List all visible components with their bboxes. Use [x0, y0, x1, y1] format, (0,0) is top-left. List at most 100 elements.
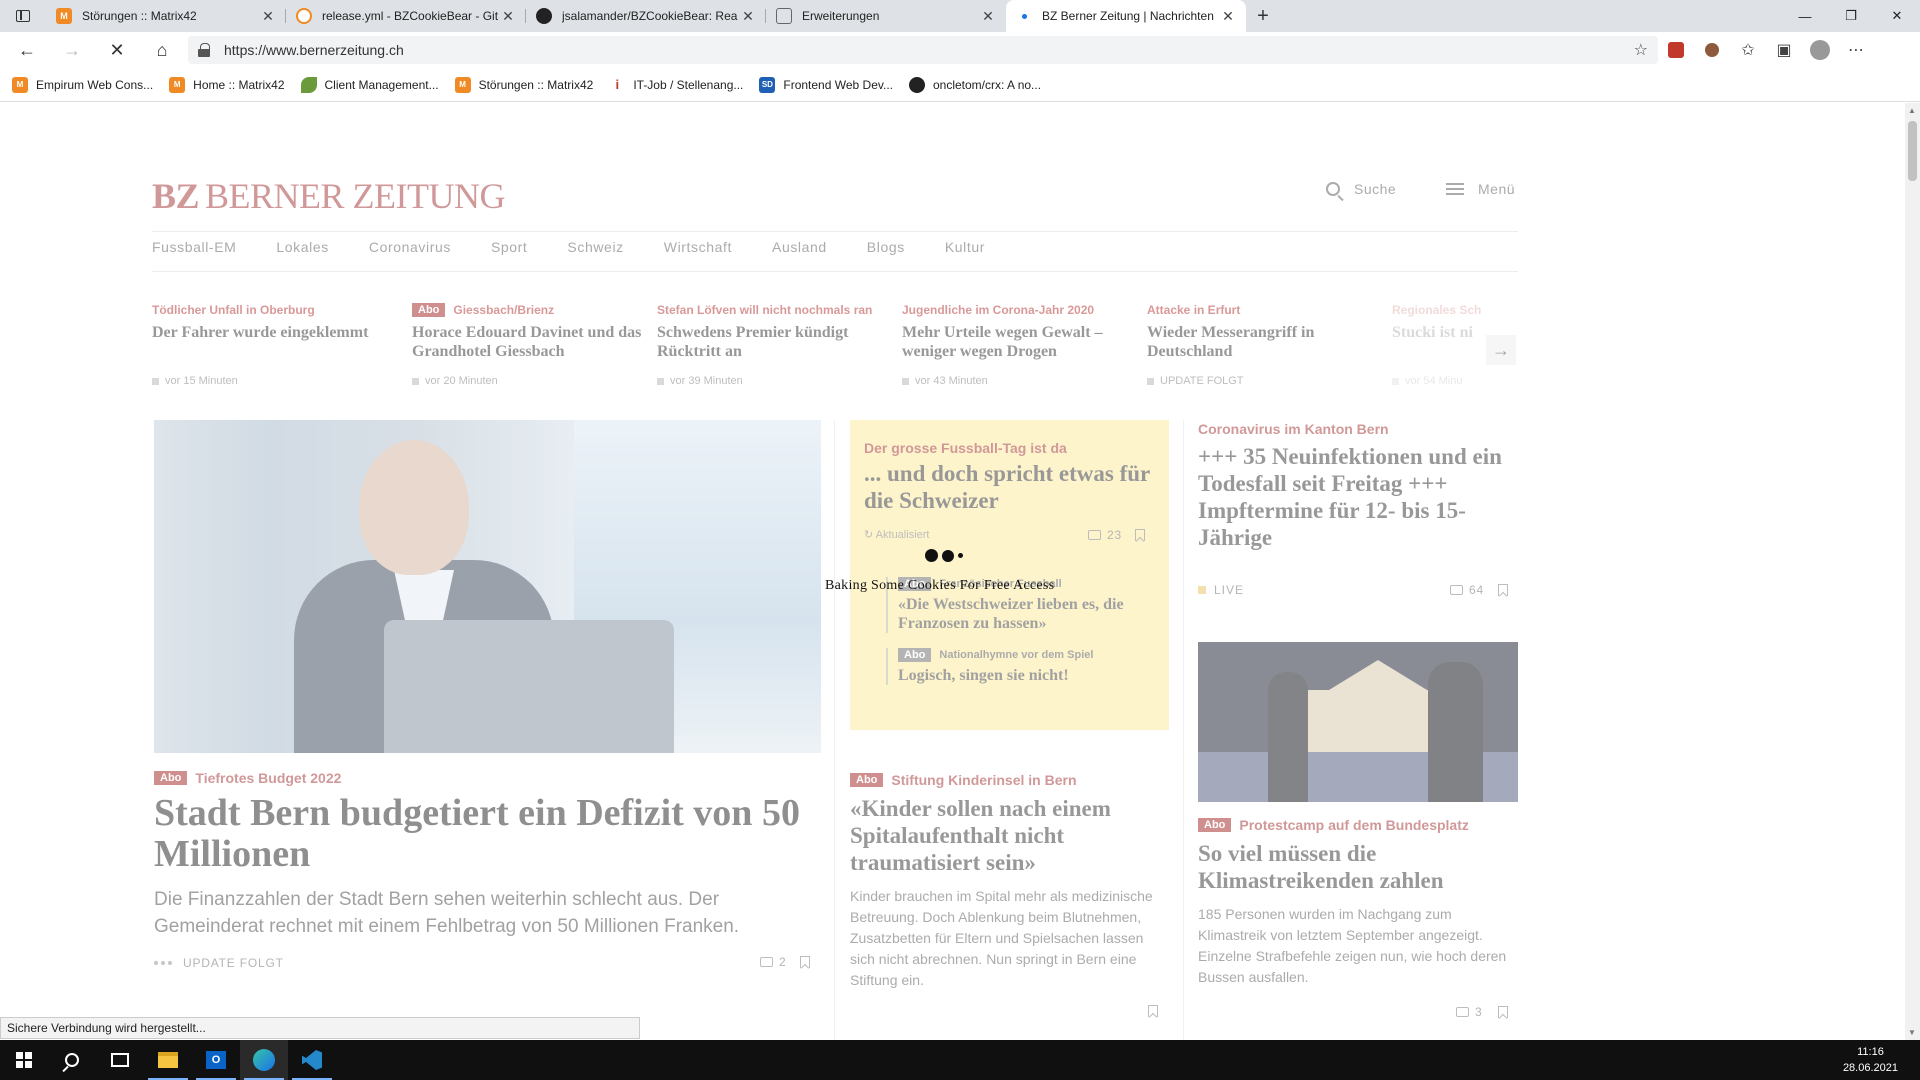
lead-comments[interactable]: 2	[760, 955, 786, 969]
taskbar-edge[interactable]	[240, 1040, 288, 1080]
matrix42-icon: M	[56, 8, 72, 24]
hamburger-icon	[1446, 183, 1464, 195]
ticker-item[interactable]: Stefan Löfven will nicht nochmals ran Sc…	[657, 303, 902, 387]
nav-fussball-em[interactable]: Fussball-EM	[152, 239, 236, 255]
lead-title[interactable]: Stadt Bern budgetiert ein Defizit von 50…	[154, 793, 804, 875]
tab-release-yml[interactable]: release.yml - BZCookieBear - Git ✕	[286, 0, 526, 32]
lead-image[interactable]	[154, 420, 821, 753]
taskbar-search-button[interactable]	[48, 1040, 96, 1080]
comment-icon	[760, 957, 773, 967]
focus-box[interactable]: Der grosse Fussball-Tag ist da ... und d…	[850, 420, 1169, 730]
ticker-item[interactable]: Jugendliche im Corona-Jahr 2020 Mehr Urt…	[902, 303, 1147, 387]
minimize-button[interactable]: —	[1782, 0, 1828, 32]
logo-name: BERNER ZEITUNG	[205, 176, 505, 216]
tab-extensions[interactable]: Erweiterungen ✕	[766, 0, 1006, 32]
lock-icon[interactable]	[198, 43, 210, 57]
focus-kicker: Der grosse Fussball-Tag ist da	[864, 440, 1067, 456]
scrollbar-thumb[interactable]	[1908, 121, 1917, 181]
profile-avatar[interactable]	[1802, 35, 1838, 65]
story4-image[interactable]	[1198, 642, 1518, 802]
close-icon[interactable]: ✕	[1220, 8, 1236, 25]
bookmark-item[interactable]: M Home :: Matrix42	[169, 76, 285, 93]
ticker-kicker: Tödlicher Unfall in Oberburg	[152, 303, 315, 317]
bookmark-item[interactable]: i IT-Job / Stellenang...	[609, 77, 744, 93]
nav-ausland[interactable]: Ausland	[772, 239, 827, 255]
story2-title[interactable]: «Kinder sollen nach einem Spitalaufentha…	[850, 795, 1170, 876]
stop-button[interactable]: ✕	[99, 35, 135, 65]
ticker-time: vor 43 Minuten	[902, 375, 988, 387]
back-button[interactable]: ←	[9, 35, 45, 65]
divider	[152, 271, 1518, 272]
bookmark-item[interactable]: M Störungen :: Matrix42	[454, 76, 593, 93]
story4-comments[interactable]: 3	[1456, 1005, 1482, 1019]
nav-wirtschaft[interactable]: Wirtschaft	[664, 239, 732, 255]
new-tab-button[interactable]: +	[1246, 0, 1280, 32]
comment-icon	[1456, 1007, 1469, 1017]
nav-schweiz[interactable]: Schweiz	[567, 239, 623, 255]
home-button[interactable]: ⌂	[144, 35, 180, 65]
close-window-button[interactable]: ✕	[1874, 0, 1920, 32]
tab-matrix42[interactable]: M Störungen :: Matrix42 ✕	[46, 0, 286, 32]
story2-kicker: Abo Stiftung Kinderinsel in Bern	[850, 772, 1077, 788]
favorites-icon[interactable]: ✩	[1730, 35, 1766, 65]
scroll-down-icon[interactable]: ▼	[1908, 1028, 1916, 1037]
bookmark-item[interactable]: SD Frontend Web Dev...	[759, 76, 893, 93]
bookmark-item[interactable]: M Empirum Web Cons...	[12, 76, 153, 93]
bookmark-button[interactable]	[1498, 584, 1508, 596]
address-bar[interactable]: https://www.bernerzeitung.ch ☆	[188, 36, 1658, 64]
focus-sub-item[interactable]: Abo Nationalhymne vor dem Spiel Logisch, …	[886, 648, 1156, 685]
focus-title[interactable]: ... und doch spricht etwas für die Schwe…	[864, 460, 1159, 514]
nav-sport[interactable]: Sport	[491, 239, 527, 255]
task-view-button[interactable]	[96, 1040, 144, 1080]
story3-title[interactable]: +++ 35 Neuinfektionen und ein Todesfall …	[1198, 443, 1508, 551]
taskbar-file-explorer[interactable]	[144, 1040, 192, 1080]
ticker-item[interactable]: Abo Giessbach/Brienz Horace Edouard Davin…	[412, 303, 657, 387]
bookmark-item[interactable]: oncletom/crx: A no...	[908, 76, 1041, 93]
close-icon[interactable]: ✕	[980, 8, 996, 25]
add-favorite-icon[interactable]: ☆	[1634, 40, 1648, 60]
extension-red-icon[interactable]	[1658, 35, 1694, 65]
site-search-button[interactable]: Suche	[1326, 181, 1396, 197]
close-icon[interactable]: ✕	[260, 8, 276, 25]
scroll-up-icon[interactable]: ▲	[1908, 106, 1916, 115]
start-button[interactable]	[0, 1040, 48, 1080]
loading-icon	[1016, 8, 1032, 24]
collections-icon[interactable]: ▣	[1766, 35, 1802, 65]
tab-github[interactable]: jsalamander/BZCookieBear: Rea ✕	[526, 0, 766, 32]
site-logo[interactable]: BZ BERNER ZEITUNG	[152, 175, 505, 217]
site-menu-button[interactable]: Menü	[1446, 181, 1515, 197]
bookmark-button[interactable]	[1135, 529, 1145, 541]
bear-extension-icon[interactable]	[1694, 35, 1730, 65]
close-icon[interactable]: ✕	[740, 8, 756, 25]
story4-kicker: Abo Protestcamp auf dem Bundesplatz	[1198, 817, 1469, 833]
focus-comments[interactable]: 23	[1088, 528, 1122, 542]
url-text: https://www.bernerzeitung.ch	[224, 42, 404, 58]
ticker-item[interactable]: Attacke in Erfurt Wieder Messerangriff i…	[1147, 303, 1392, 387]
tab-actions-button[interactable]	[0, 0, 46, 32]
tab-title: BZ Berner Zeitung | Nachrichten	[1042, 9, 1214, 23]
ticker-title: Mehr Urteile wegen Gewalt – weniger wege…	[902, 324, 1103, 360]
bookmark-button[interactable]	[1148, 1005, 1158, 1017]
ticker-next-arrow[interactable]: →	[1486, 335, 1516, 365]
abo-badge: Abo	[412, 303, 446, 317]
bookmark-button[interactable]	[800, 956, 810, 968]
tab-bernerzeitung[interactable]: BZ Berner Zeitung | Nachrichten ✕	[1006, 0, 1246, 32]
nav-lokales[interactable]: Lokales	[276, 239, 328, 255]
ticker-time: vor 15 Minuten	[152, 375, 238, 387]
story4-title[interactable]: So viel müssen die Klimastreikenden zahl…	[1198, 840, 1508, 894]
ticker-item[interactable]: Tödlicher Unfall in Oberburg Der Fahrer …	[152, 303, 397, 387]
taskbar-outlook[interactable]: O	[192, 1040, 240, 1080]
story3-comments[interactable]: 64	[1450, 583, 1484, 597]
forward-button[interactable]: →	[54, 35, 90, 65]
system-clock[interactable]: 11:16 28.06.2021	[1843, 1044, 1898, 1076]
bookmark-button[interactable]	[1498, 1006, 1508, 1018]
nav-blogs[interactable]: Blogs	[867, 239, 905, 255]
page-scrollbar[interactable]: ▲ ▼	[1905, 103, 1920, 1040]
close-icon[interactable]: ✕	[500, 8, 516, 25]
restore-button[interactable]: ❐	[1828, 0, 1874, 32]
taskbar-vscode[interactable]	[288, 1040, 336, 1080]
more-menu-icon[interactable]: ⋯	[1838, 35, 1874, 65]
nav-coronavirus[interactable]: Coronavirus	[369, 239, 451, 255]
nav-kultur[interactable]: Kultur	[945, 239, 985, 255]
bookmark-item[interactable]: Client Management...	[300, 76, 439, 93]
